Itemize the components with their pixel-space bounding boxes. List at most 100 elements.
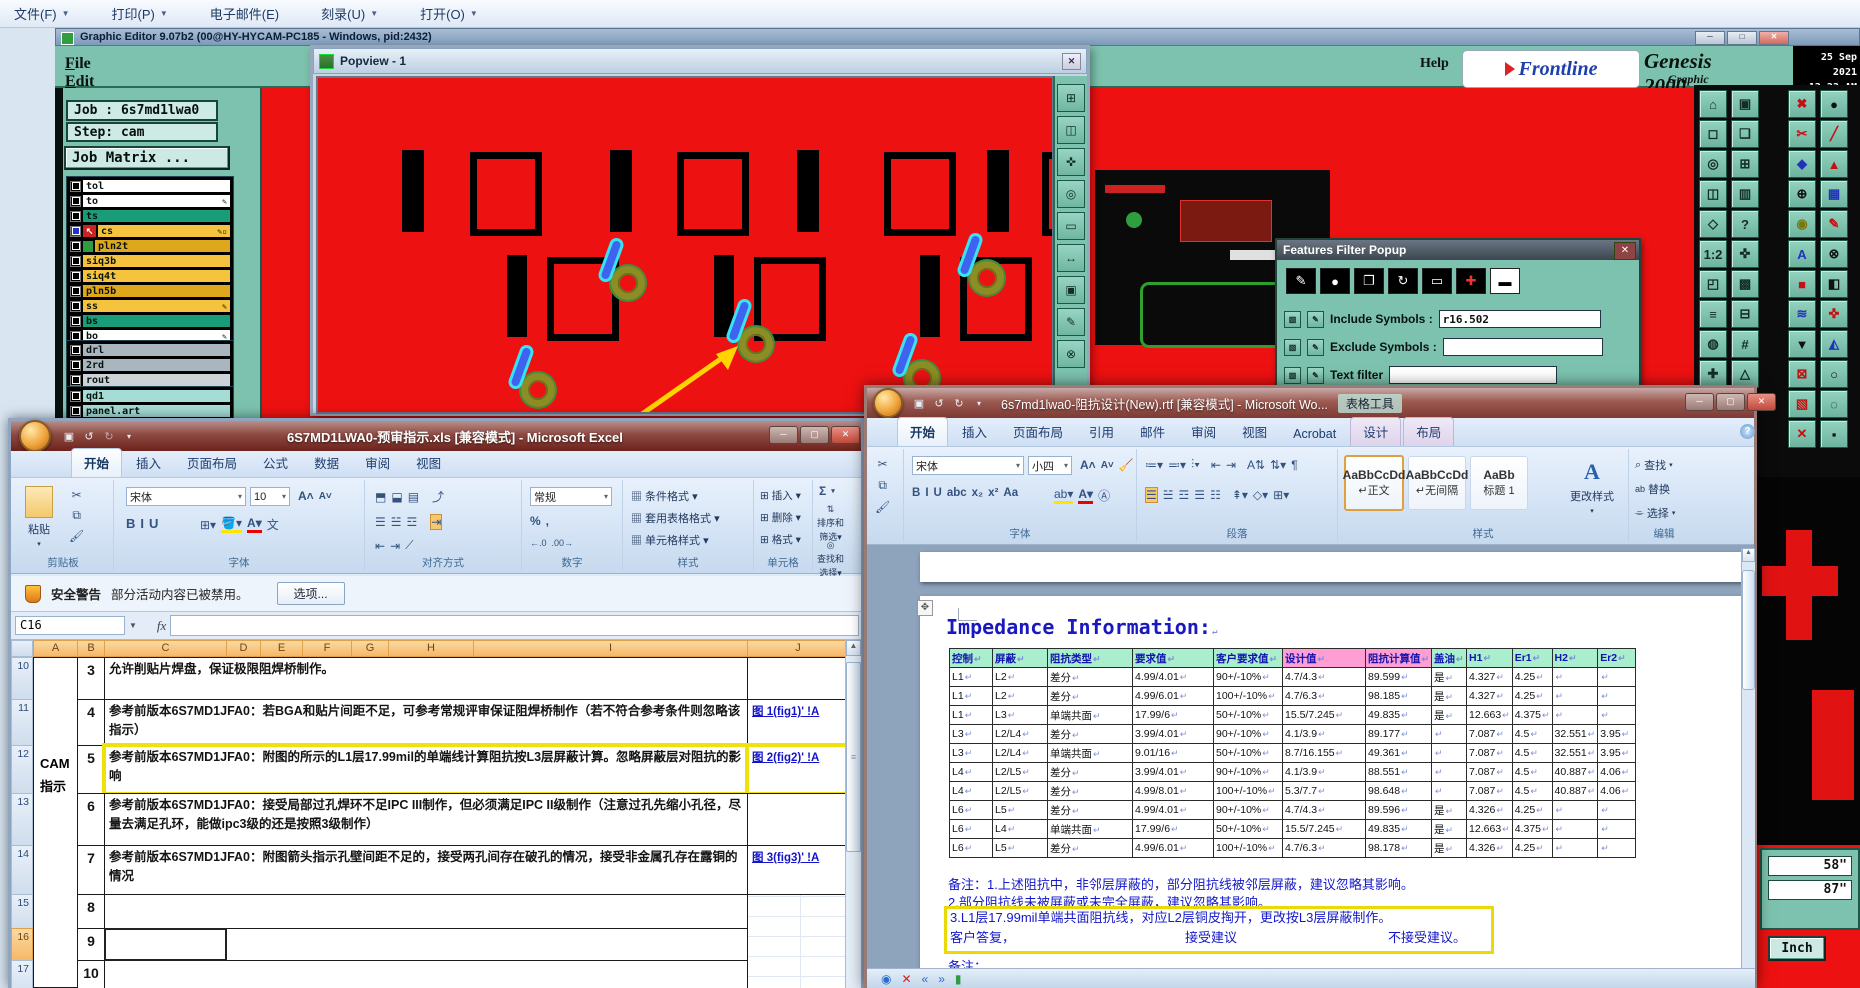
ge-tool-right-16-icon[interactable]: ✜ — [1820, 300, 1848, 328]
word-font-buttons[interactable]: B I Uabc x₂ x² Aa — [912, 487, 1018, 499]
word-vscrollbar[interactable]: ▲ — [1741, 548, 1755, 985]
word-font-button-x²[interactable]: x² — [988, 487, 998, 499]
excel-sheet[interactable]: A B C D E F G H I J CAM 指示 10 3 允许削贴片焊盘，保证极限阻焊桥制作。 11 4 参… — [11, 640, 845, 988]
layer-name[interactable]: qd1 — [83, 390, 230, 402]
cell-b10[interactable]: 3 — [77, 657, 105, 700]
ge-tool-right-17-icon[interactable]: ▼ — [1788, 330, 1816, 358]
font-style-button-U[interactable]: U — [149, 516, 158, 531]
layer-checkbox[interactable] — [70, 405, 81, 417]
replace-button[interactable]: ab 替换 — [1635, 481, 1670, 497]
word-tab-布局[interactable]: 布局 — [1403, 417, 1455, 446]
popview-tool-7-icon[interactable]: ▣ — [1057, 276, 1085, 304]
cell-c14[interactable]: 参考前版本6S7MD1JFA0：附图箭头指示孔壁间距不足的，接受两孔间存在破孔的… — [104, 845, 748, 895]
ge-tool-right-6-icon[interactable]: ▲ — [1820, 150, 1848, 178]
layer-row-rout[interactable]: rout — [70, 374, 230, 386]
desktop-menu-3[interactable]: 电子邮件(E) — [204, 2, 285, 25]
layer-row-qd1[interactable]: qd1 — [70, 390, 230, 402]
autosum-button[interactable]: Σ ▾ — [819, 484, 835, 498]
column-header-D[interactable]: D — [226, 640, 261, 657]
cell-b13[interactable]: 6 — [77, 793, 105, 846]
word-tab-页面布局[interactable]: 页面布局 — [1001, 418, 1075, 446]
ge-tool-left-14-icon[interactable]: ▩ — [1731, 270, 1759, 298]
excel-tab-视图[interactable]: 视图 — [404, 449, 453, 477]
word-tab-视图[interactable]: 视图 — [1230, 418, 1279, 446]
name-box[interactable]: C16 — [15, 616, 125, 635]
ge-tool-left-7-icon[interactable]: ◫ — [1699, 180, 1727, 208]
change-styles-button[interactable]: A 更改样式 ▾ — [1570, 459, 1614, 515]
ge-tool-left-13-icon[interactable]: ◰ — [1699, 270, 1727, 298]
layer-row-siq3b[interactable]: siq3b — [70, 255, 230, 267]
desktop-menu-4[interactable]: 刻录(U) ▼ — [315, 2, 384, 25]
ge-tool-left-6-icon[interactable]: ⊞ — [1731, 150, 1759, 178]
include-edit-icon[interactable]: ✎ — [1307, 310, 1324, 328]
popview-tool-4-icon[interactable]: ◎ — [1057, 180, 1085, 208]
layer-row-cs[interactable]: ↖ cs ✎▫ — [70, 225, 230, 237]
ge-tool-left-8-icon[interactable]: ▥ — [1731, 180, 1759, 208]
row-header-11[interactable]: 11 — [11, 699, 33, 746]
cell-c12[interactable]: 参考前版本6S7MD1JFA0：附图的所示的L1层17.99mil的单端线计算阻… — [102, 743, 750, 796]
word-qat[interactable]: ▣ ↺ ↻ ▾ — [911, 397, 987, 410]
ge-tool-right-14-icon[interactable]: ◧ — [1820, 270, 1848, 298]
layer-row-tol[interactable]: tol — [70, 180, 230, 192]
figure-link[interactable]: 图 2(fig2)' !A — [752, 752, 819, 764]
ge-minimize-button[interactable]: ─ — [1695, 31, 1725, 45]
halign-buttons[interactable]: ☰ ☱ ☲ ⇥ — [375, 514, 443, 530]
layer-name[interactable]: pln2t — [95, 240, 230, 252]
selected-cell-c16[interactable] — [104, 928, 227, 961]
ge-tool-left-9-icon[interactable]: ◇ — [1699, 210, 1727, 238]
cell-b17[interactable]: 10 — [77, 960, 105, 988]
status-icon[interactable]: ▮ — [955, 972, 962, 986]
ge-tool-left-10-icon[interactable]: ? — [1731, 210, 1759, 238]
cell-j13[interactable] — [747, 793, 845, 846]
excel-titlebar[interactable]: ▣ ↺ ↻ ▾ 6S7MD1LWA0-预审指示.xls [兼容模式] - Micros… — [11, 420, 861, 452]
office-button[interactable] — [19, 420, 51, 452]
layer-name[interactable]: siq3b — [83, 255, 230, 267]
ge-tool-left-1-icon[interactable]: ⌂ — [1699, 90, 1727, 118]
desktop-menu-5[interactable]: 打开(O) ▼ — [414, 2, 484, 25]
ge-tool-right-10-icon[interactable]: ✎ — [1820, 210, 1848, 238]
style-gallery[interactable]: AaBbCcDd ↵正文 AaBbCcDd ↵无间隔 AaBb 标题 1 — [1343, 455, 1528, 511]
row-header-13[interactable]: 13 — [11, 793, 33, 846]
namebox-dropdown-icon[interactable]: ▼ — [129, 621, 137, 630]
ge-tool-right-12-icon[interactable]: ⊗ — [1820, 240, 1848, 268]
popview-close-button[interactable]: ✕ — [1062, 53, 1081, 70]
decimal-buttons[interactable]: ←.0.00→ — [530, 538, 573, 548]
popview-titlebar[interactable]: Popview - 1 ✕ — [313, 48, 1087, 74]
ge-menu-file[interactable]: File — [65, 55, 91, 73]
word-tab-审阅[interactable]: 审阅 — [1179, 418, 1228, 446]
indent-buttons[interactable]: ⇤ ⇥ ⟋ — [375, 538, 414, 553]
layer-name[interactable]: 2rd — [83, 359, 230, 371]
row-header-15[interactable]: 15 — [11, 894, 33, 929]
cell-c10[interactable]: 允许削贴片焊盘，保证极限阻焊桥制作。 — [104, 657, 748, 700]
layer-checkbox[interactable] — [70, 374, 81, 386]
grow-shrink-font[interactable]: A˄ A˅ — [298, 489, 332, 503]
ge-tool-right-13-icon[interactable]: ■ — [1788, 270, 1816, 298]
word-tab-设计[interactable]: 设计 — [1350, 417, 1402, 446]
excel-maximize-button[interactable]: ▢ — [800, 426, 829, 444]
popview-tool-5-icon[interactable]: ▭ — [1057, 212, 1085, 240]
word-tab-引用[interactable]: 引用 — [1077, 418, 1126, 446]
style-card-1[interactable]: AaBbCcDd ↵正文 — [1343, 455, 1405, 511]
cell-button-1[interactable]: ⊞ 插入 ▾ — [760, 488, 801, 503]
forward-icon[interactable]: » — [938, 972, 945, 986]
back-icon[interactable]: « — [922, 972, 929, 986]
ge-tool-right-8-icon[interactable]: ▦ — [1820, 180, 1848, 208]
draw-line-icon[interactable]: ✎ — [1286, 268, 1316, 294]
exclude-symbols-input[interactable] — [1442, 338, 1603, 356]
fx-icon[interactable]: fx — [157, 618, 166, 634]
filter-popup-close-button[interactable]: ✕ — [1614, 242, 1636, 260]
select-button[interactable]: ⌯ 选择 ▾ — [1635, 505, 1675, 521]
include-symbols-input[interactable]: r16.502 — [1438, 310, 1601, 328]
ge-tool-right-1-icon[interactable]: ✖ — [1788, 90, 1816, 118]
ge-tool-left-15-icon[interactable]: ≡ — [1699, 300, 1727, 328]
layer-name[interactable]: ts — [83, 210, 230, 222]
layer-name[interactable]: tol — [83, 180, 230, 192]
record-icon[interactable]: ◉ — [881, 972, 891, 986]
word-font-name-select[interactable]: 宋体 ▾ — [912, 456, 1024, 475]
align-buttons[interactable]: ☰ ☱ ☲ ☰ ☷ ⇞▾ ◇▾ ⊞▾ — [1145, 487, 1289, 503]
filter-popup-titlebar[interactable]: Features Filter Popup — [1277, 240, 1639, 260]
word-font-button-I[interactable]: I — [925, 487, 928, 499]
popview-tool-8-icon[interactable]: ✎ — [1057, 308, 1085, 336]
popview-tool-2-icon[interactable]: ◫ — [1057, 116, 1085, 144]
pad-icon[interactable]: ● — [1320, 268, 1350, 294]
